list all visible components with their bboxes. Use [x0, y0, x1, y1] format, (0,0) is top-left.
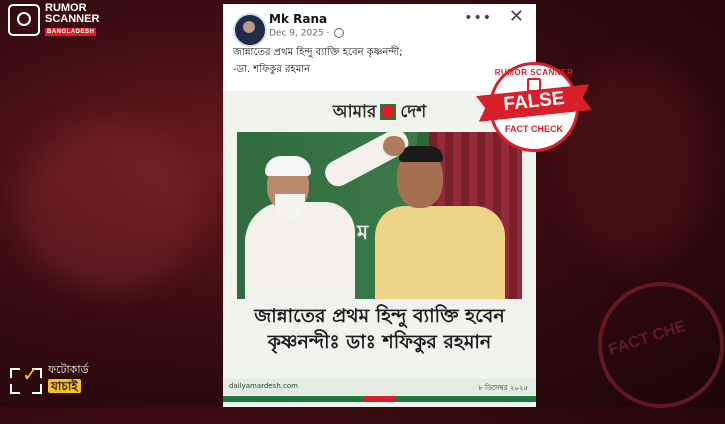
photocard-check-logo: ✓ ফটোকার্ড যাচাই: [10, 362, 89, 394]
rumor-scanner-wordmark: RUMOR SCANNER BANGLADESH: [45, 3, 99, 36]
badge-subtitle: FACT CHECK: [505, 124, 563, 134]
photocard-check-label: ফটোকার্ড যাচাই: [48, 363, 89, 394]
close-button[interactable]: ✕: [509, 6, 524, 27]
photocard-footer: dailyamardesh.com ৮ ডিসেম্বর ২০২৫: [223, 379, 536, 395]
person-right-body: [375, 206, 505, 299]
headline-line-1: জান্নাতের প্রথম হিন্দু ব্যাক্তি হবেন: [254, 305, 505, 327]
masthead-right: দেশ: [400, 102, 427, 122]
post-meta: Dec 9, 2025 ·: [269, 28, 345, 39]
photocard-label-line1: ফটোকার্ড: [48, 362, 89, 376]
rumor-scanner-logo: RUMOR SCANNER BANGLADESH: [8, 3, 99, 36]
photocard-color-stripe: [223, 396, 536, 402]
brand-name-line2: SCANNER: [45, 13, 100, 25]
photocard-headline: জান্নাতের প্রথম হিন্দু ব্যাক্তি হবেন কৃষ…: [223, 303, 536, 355]
avatar[interactable]: [233, 13, 267, 47]
badge-org: RUMOR SCANNER: [494, 68, 574, 77]
person-left-body: [245, 202, 355, 299]
background-blur: [20, 120, 200, 290]
masthead-left: আমার: [332, 102, 377, 122]
caption-line-1: জান্নাতের প্রথম হিন্দু ব্যাক্তি হবেন কৃষ…: [233, 47, 403, 58]
photocard-date: ৮ ডিসেম্বর ২০২৫: [478, 384, 528, 392]
person-left-hand: [383, 136, 405, 156]
scan-check-icon: ✓: [10, 362, 42, 394]
post-date[interactable]: Dec 9, 2025 ·: [269, 29, 329, 39]
false-verdict-badge: RUMOR SCANNER FALSE FACT CHECK: [475, 60, 597, 160]
photocard-site: dailyamardesh.com: [229, 382, 298, 390]
post-header: Mk Rana Dec 9, 2025 · ••• ✕: [223, 4, 536, 47]
photo-banner-text: ম: [357, 220, 369, 244]
person-right-hair: [399, 146, 443, 162]
post-author[interactable]: Mk Rana: [269, 12, 327, 26]
background-stamp-text: FACT CHE: [606, 317, 688, 359]
headline-line-2: কৃষ্ণনন্দীঃ ডাঃ শফিকুর রহমান: [267, 331, 492, 353]
masthead-logo-icon: [380, 104, 397, 120]
more-options-button[interactable]: •••: [464, 10, 492, 26]
photocard-label-line2: যাচাই: [48, 378, 81, 393]
rumor-scanner-icon: [8, 3, 40, 36]
globe-icon: [334, 28, 345, 38]
person-left-cap: [265, 156, 311, 176]
background-fact-check-stamp: FACT CHE: [581, 265, 725, 424]
brand-country-tag: BANGLADESH: [45, 28, 97, 36]
